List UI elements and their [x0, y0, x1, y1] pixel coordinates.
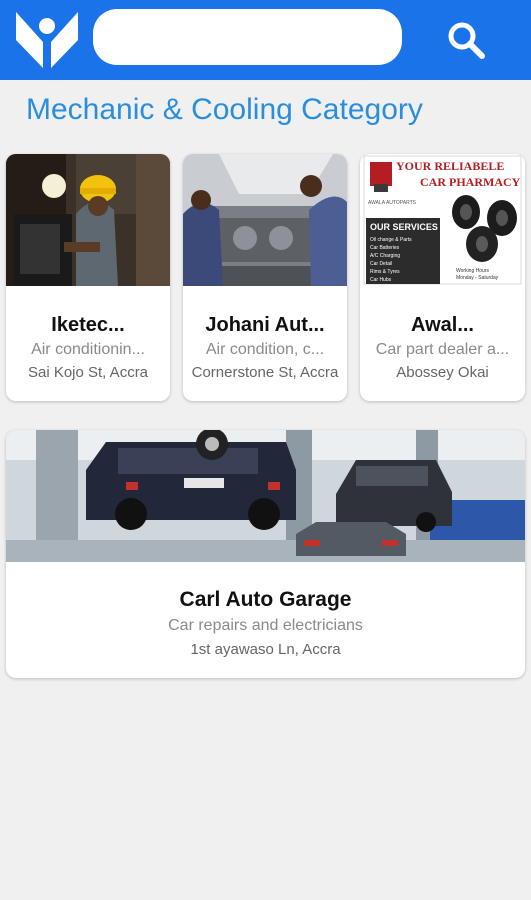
- business-description: Air condition, c...: [205, 341, 325, 358]
- business-address: Abossey Okai: [396, 364, 489, 381]
- brand-logo-icon[interactable]: [16, 12, 78, 68]
- poster-service-item: Car Detail: [370, 261, 392, 267]
- search-icon[interactable]: [444, 18, 488, 62]
- business-description: Air conditionin...: [31, 341, 145, 358]
- business-card[interactable]: YOUR RELIABELE CAR PHARMACY AWALA AUTOPA…: [360, 154, 525, 401]
- business-card[interactable]: Johani Aut... Air condition, c... Corner…: [183, 154, 347, 401]
- business-photo: YOUR RELIABELE CAR PHARMACY AWALA AUTOPA…: [360, 154, 525, 286]
- business-name: Johani Aut...: [205, 314, 325, 336]
- poster-service-item: A/C Charging: [370, 253, 400, 259]
- app-bar: [0, 0, 531, 80]
- business-address: Sai Kojo St, Accra: [27, 364, 149, 381]
- business-name: Iketec...: [51, 314, 125, 336]
- business-photo: [6, 154, 170, 286]
- business-address: 1st ayawaso Ln, Accra: [190, 641, 341, 658]
- business-name: Awal...: [411, 314, 474, 336]
- business-address: Cornerstone St, Accra: [191, 364, 339, 381]
- poster-hours-value: Monday - Saturday: [456, 275, 499, 281]
- business-description: Car part dealer a...: [375, 341, 510, 358]
- poster-service-item: Rims & Tyres: [370, 269, 400, 275]
- business-card[interactable]: Iketec... Air conditionin... Sai Kojo St…: [6, 154, 170, 401]
- search-input[interactable]: [93, 9, 402, 65]
- poster-headline-2: CAR PHARMACY: [420, 175, 521, 189]
- poster-headline-1: YOUR RELIABELE: [396, 159, 504, 173]
- page-title: Mechanic & Cooling Category: [26, 93, 423, 126]
- poster-service-item: Oil change & Parts: [370, 237, 412, 243]
- poster-services-heading: OUR SERVICES: [370, 222, 438, 232]
- business-name: Carl Auto Garage: [179, 588, 352, 611]
- poster-company: AWALA AUTOPARTS: [368, 200, 417, 206]
- poster-service-item: Car Hubs: [370, 277, 392, 283]
- poster-service-item: Car Batteries: [370, 245, 400, 251]
- poster-hours-label: Working Hours: [456, 268, 489, 274]
- business-photo: [183, 154, 347, 286]
- business-description: Car repairs and electricians: [168, 617, 363, 634]
- featured-business-card[interactable]: Carl Auto Garage Car repairs and electri…: [6, 430, 525, 678]
- business-photo: [6, 430, 525, 562]
